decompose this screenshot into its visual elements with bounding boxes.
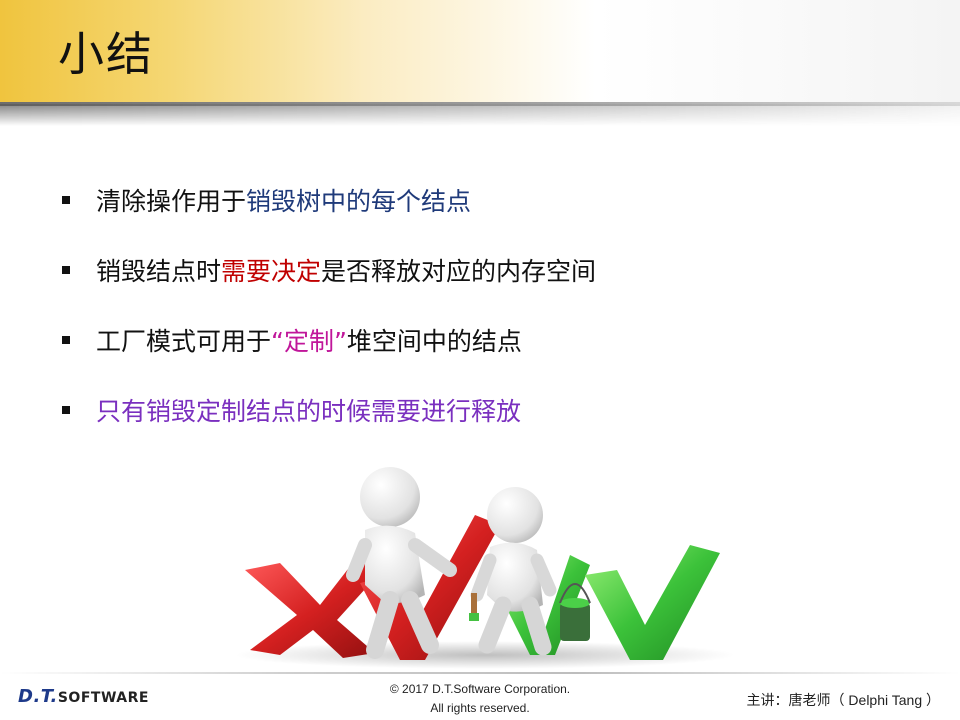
copyright-line-2: All rights reserved. (430, 701, 530, 715)
footer-divider (0, 672, 960, 674)
company-logo: D.T.SOFTWARE (18, 686, 149, 707)
title-shadow (0, 104, 960, 126)
bullet-item-4: 只有销毁定制结点的时候需要进行释放 (62, 375, 922, 445)
copyright: © 2017 D.T.Software Corporation. All rig… (330, 680, 630, 718)
logo-main: D.T. (18, 686, 58, 707)
bullet-text: 销毁结点时需要决定是否释放对应的内存空间 (96, 252, 596, 288)
square-bullet-icon (62, 196, 70, 204)
page-title: 小结 (58, 27, 154, 81)
bullet-2-part-3: 是否释放对应的内存空间 (321, 257, 597, 286)
bullet-4-part-1: 只有销毁定制结点的时候需要进行释放 (96, 397, 522, 426)
speaker-credit: 主讲：唐老师（ Delphi Tang ） (746, 692, 940, 708)
bullet-item-1: 清除操作用于销毁树中的每个结点 (62, 165, 922, 235)
people-painting-checkmarks-illustration (235, 467, 735, 669)
bullet-2-part-1: 销毁结点时 (96, 257, 222, 286)
bullet-1-part-2: 销毁树中的每个结点 (246, 187, 472, 216)
square-bullet-icon (62, 406, 70, 414)
figure-right-icon (469, 487, 557, 656)
bullet-text: 只有销毁定制结点的时候需要进行释放 (96, 392, 521, 428)
square-bullet-icon (62, 266, 70, 274)
bullet-1-part-1: 清除操作用于 (96, 187, 247, 216)
bullet-3-part-1: 工厂模式可用于 (96, 327, 272, 356)
copyright-line-1: © 2017 D.T.Software Corporation. (389, 682, 571, 696)
bullet-2-part-2: 需要决定 (221, 257, 322, 286)
bullet-item-2: 销毁结点时需要决定是否释放对应的内存空间 (62, 235, 922, 305)
bullet-text: 工厂模式可用于“定制”堆空间中的结点 (96, 322, 522, 358)
logo-sub: SOFTWARE (57, 690, 149, 706)
bullet-3-part-2: “定制” (271, 327, 347, 356)
bullet-text: 清除操作用于销毁树中的每个结点 (96, 182, 471, 218)
bullet-3-part-3: 堆空间中的结点 (346, 327, 522, 356)
square-bullet-icon (62, 336, 70, 344)
bullet-item-3: 工厂模式可用于“定制”堆空间中的结点 (62, 305, 922, 375)
bullet-list: 清除操作用于销毁树中的每个结点 销毁结点时需要决定是否释放对应的内存空间 工厂模… (62, 165, 922, 445)
